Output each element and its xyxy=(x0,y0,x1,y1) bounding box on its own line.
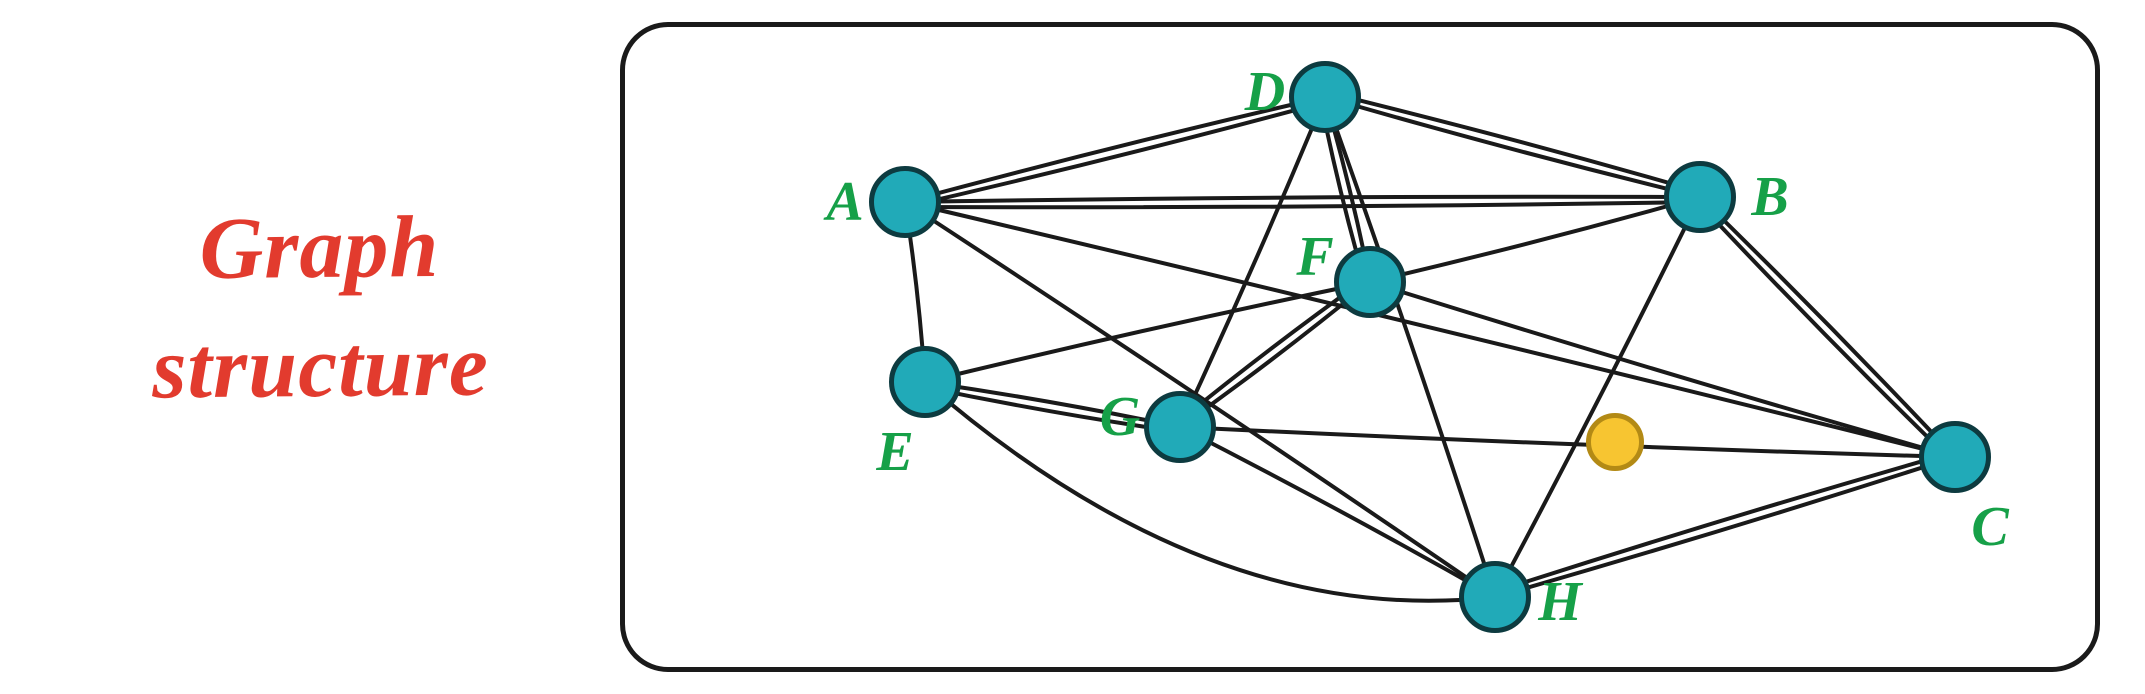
graph-canvas: A B C D E F G H xyxy=(625,27,2095,667)
title-line-2: structure xyxy=(152,317,489,417)
node-B xyxy=(1664,161,1736,233)
edge-D-H xyxy=(1325,97,1495,597)
node-label-C: C xyxy=(1971,495,2008,559)
node-label-E: E xyxy=(876,420,913,484)
edge-E-G xyxy=(924,387,1179,432)
node-label-A: A xyxy=(826,170,863,234)
node-G xyxy=(1144,391,1216,463)
edge-B-D xyxy=(1326,92,1701,192)
edge-B-C xyxy=(1700,197,1955,457)
edge-A-B xyxy=(905,202,1700,207)
node-Y xyxy=(1586,413,1644,471)
edge-E-G xyxy=(925,382,1180,427)
node-F xyxy=(1334,246,1406,318)
edge-B-F xyxy=(1370,197,1700,282)
node-C xyxy=(1919,421,1991,493)
node-H xyxy=(1459,561,1531,633)
edge-B-C xyxy=(1696,201,1951,461)
node-label-B: B xyxy=(1751,165,1788,229)
node-label-G: G xyxy=(1100,385,1140,449)
node-D xyxy=(1289,61,1361,133)
edge-B-D xyxy=(1325,97,1700,197)
node-A xyxy=(869,166,941,238)
title-line-1: Graph xyxy=(199,199,440,298)
edge-E-F xyxy=(925,282,1370,382)
graph-edges xyxy=(625,27,2095,667)
edge-C-G xyxy=(1180,427,1955,457)
edge-C-F xyxy=(1370,282,1955,457)
graph-panel: A B C D E F G H xyxy=(620,22,2100,672)
node-label-F: F xyxy=(1296,225,1333,289)
node-label-D: D xyxy=(1245,60,1285,124)
edge-A-C xyxy=(905,202,1955,457)
diagram-title: Graph structure xyxy=(59,188,581,430)
node-label-H: H xyxy=(1538,570,1582,634)
edge-A-B xyxy=(905,197,1700,202)
node-E xyxy=(889,346,961,418)
